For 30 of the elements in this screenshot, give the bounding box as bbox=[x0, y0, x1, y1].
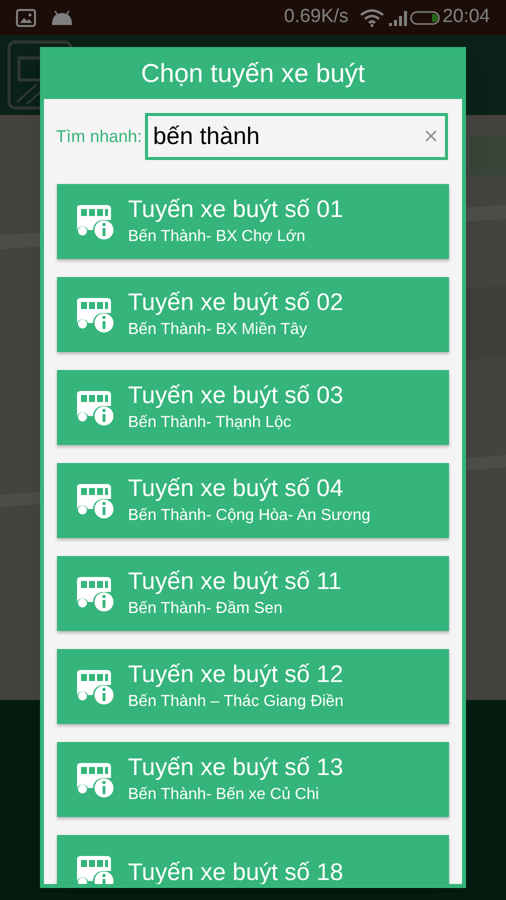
image-icon bbox=[16, 8, 36, 26]
search-label: Tìm nhanh: bbox=[56, 126, 142, 148]
route-name: Tuyến xe buýt số 11 bbox=[128, 568, 342, 596]
dialog-title: Chọn tuyến xe buýt bbox=[140, 56, 366, 90]
clock: 20:04 bbox=[442, 5, 490, 30]
search-field[interactable]: bến thành bbox=[145, 113, 448, 160]
route-stops: Bến Thành- Thạnh Lộc bbox=[128, 412, 292, 432]
route-name: Tuyến xe buýt số 13 bbox=[128, 754, 344, 782]
route-stops: Bến Thành- Đầm Sen bbox=[128, 598, 284, 618]
route-item[interactable]: Tuyến xe buýt số 01 Bến Thành- BX Chợ Lớn bbox=[57, 184, 449, 259]
android-icon bbox=[50, 10, 74, 26]
route-name: Tuyến xe buýt số 02 bbox=[128, 288, 344, 316]
route-item[interactable]: Tuyến xe buýt số 12 Bến Thành – Thác Giang Điền bbox=[57, 649, 449, 724]
route-stops: Bến Thành- BX Miền Tây bbox=[128, 320, 308, 340]
wifi-icon bbox=[360, 8, 384, 26]
route-item[interactable]: Tuyến xe buýt số 03 Bến Thành- Thạnh Lộc bbox=[57, 370, 449, 445]
route-item[interactable]: Tuyến xe buýt số 11 Bến Thành- Đầm Sen bbox=[57, 556, 449, 631]
route-stops: Bến Thành – Thác Giang Điền bbox=[128, 692, 344, 712]
route-item[interactable]: Tuyến xe buýt số 13 Bến Thành- Bến xe Củ Chi bbox=[57, 742, 449, 817]
battery-icon bbox=[410, 10, 442, 26]
route-stops: Bến Thành- Bến xe Củ Chi bbox=[128, 784, 320, 804]
network-speed: 0.69K/s bbox=[284, 5, 348, 30]
route-stops: Bến Thành- BX Chợ Lớn bbox=[128, 226, 306, 246]
route-item[interactable]: Tuyến xe buýt số 02 Bến Thành- BX Miền Tây bbox=[57, 277, 449, 352]
route-stops: Bến Thành- Cộng Hòa- An Sương bbox=[128, 506, 370, 526]
route-name: Tuyến xe buýt số 04 bbox=[128, 474, 344, 502]
route-name: Tuyến xe buýt số 01 bbox=[128, 196, 344, 224]
route-name: Tuyến xe buýt số 03 bbox=[128, 382, 344, 410]
route-item[interactable]: Tuyến xe buýt số 04 Bến Thành- Cộng Hòa- An Sương bbox=[57, 463, 449, 538]
route-name: Tuyến xe buýt số 12 bbox=[128, 660, 344, 688]
